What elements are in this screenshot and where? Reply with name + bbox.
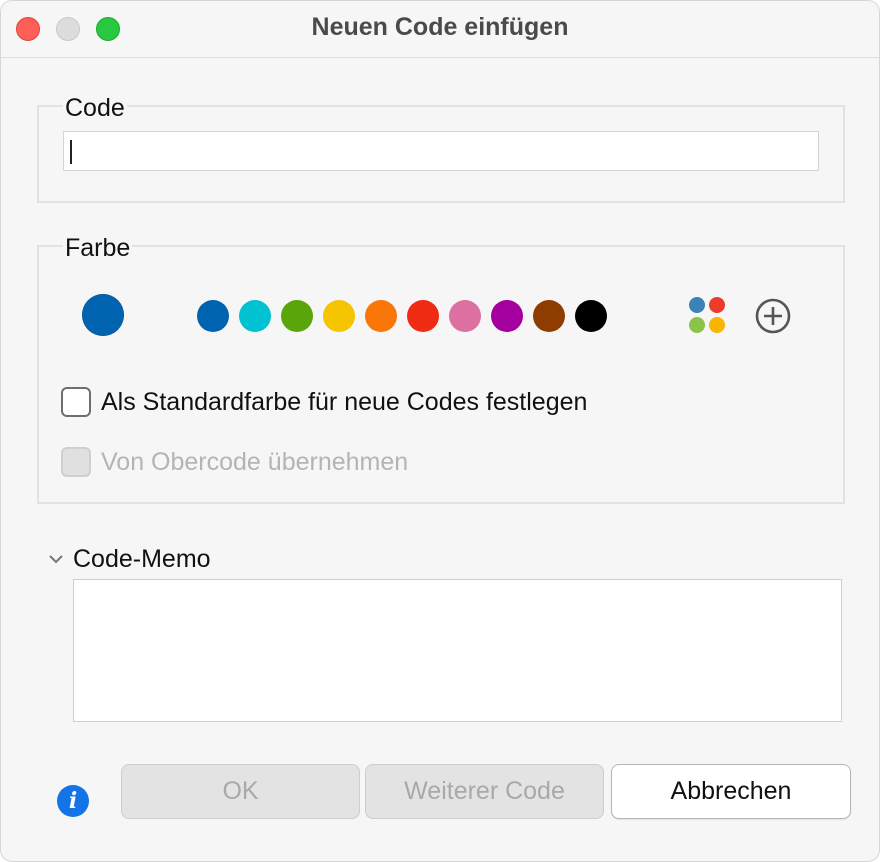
- color-swatch[interactable]: [239, 300, 271, 332]
- memo-disclosure[interactable]: Code-Memo: [47, 542, 211, 576]
- default-color-label: Als Standardfarbe für neue Codes festleg…: [101, 388, 587, 417]
- default-color-checkbox[interactable]: [61, 387, 91, 417]
- color-swatch[interactable]: [575, 300, 607, 332]
- code-input[interactable]: [63, 131, 819, 171]
- next-code-button[interactable]: Weiterer Code: [365, 764, 604, 819]
- memo-label: Code-Memo: [73, 545, 211, 574]
- color-swatch[interactable]: [197, 300, 229, 332]
- memo-textarea[interactable]: [73, 579, 842, 722]
- code-group-label: Code: [63, 94, 127, 123]
- color-swatch[interactable]: [533, 300, 565, 332]
- color-group-label: Farbe: [63, 234, 132, 263]
- inherit-color-label: Von Obercode übernehmen: [101, 448, 408, 477]
- cancel-button[interactable]: Abbrechen: [611, 764, 851, 819]
- inherit-color-option: Von Obercode übernehmen: [61, 445, 408, 479]
- color-swatch[interactable]: [281, 300, 313, 332]
- title-bar: Neuen Code einfügen: [1, 1, 879, 58]
- color-swatch[interactable]: [323, 300, 355, 332]
- color-palette-icon[interactable]: [687, 296, 727, 336]
- dialog-window: Neuen Code einfügen Code Farbe Als Stand…: [0, 0, 880, 862]
- plus-circle-icon[interactable]: [753, 296, 793, 336]
- ok-button[interactable]: OK: [121, 764, 360, 819]
- color-swatch[interactable]: [407, 300, 439, 332]
- text-caret: [70, 140, 72, 164]
- color-swatch[interactable]: [365, 300, 397, 332]
- color-swatch[interactable]: [491, 300, 523, 332]
- chevron-down-icon: [47, 550, 65, 568]
- info-icon[interactable]: i: [57, 785, 89, 817]
- selected-color-swatch[interactable]: [82, 294, 124, 336]
- inherit-color-checkbox: [61, 447, 91, 477]
- default-color-option[interactable]: Als Standardfarbe für neue Codes festleg…: [61, 385, 587, 419]
- color-swatch[interactable]: [449, 300, 481, 332]
- window-title: Neuen Code einfügen: [1, 13, 879, 42]
